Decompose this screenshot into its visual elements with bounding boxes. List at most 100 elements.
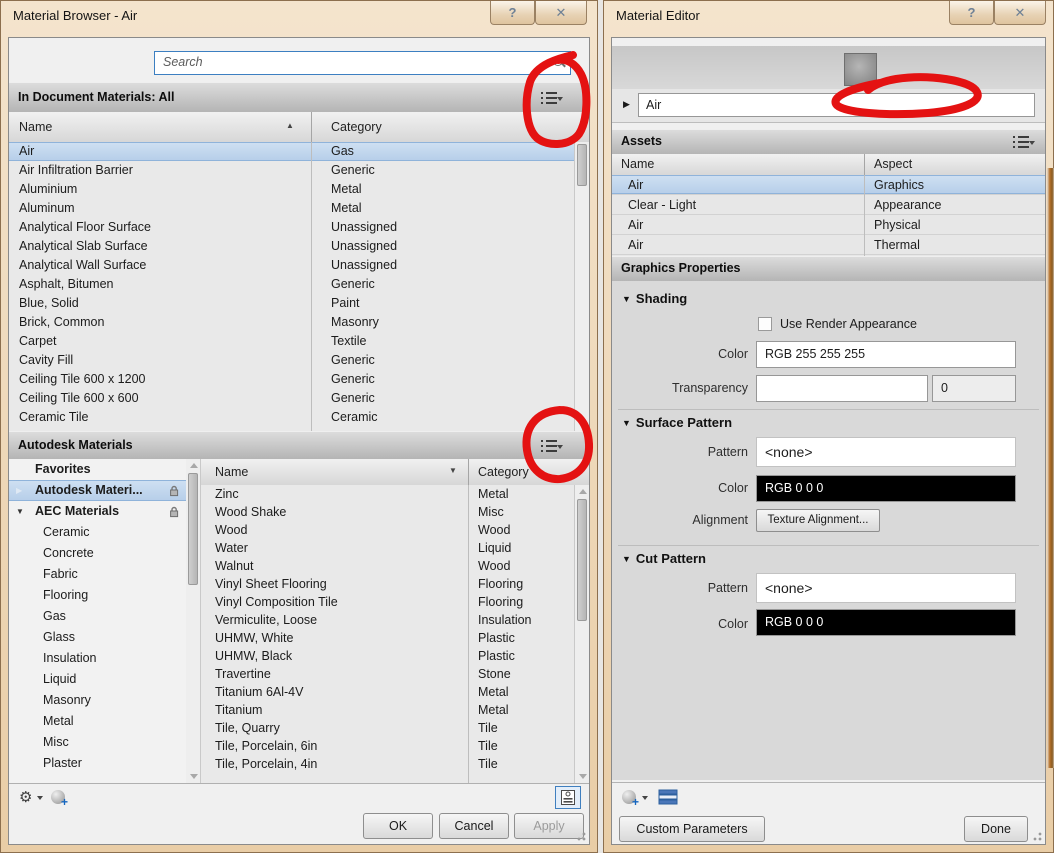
tree-scrollbar[interactable] xyxy=(186,459,201,783)
table-row[interactable]: Air Gas xyxy=(9,142,589,161)
view-options-icon[interactable] xyxy=(539,91,563,105)
assets-col-aspect[interactable]: Aspect xyxy=(874,157,912,171)
custom-parameters-button[interactable]: Custom Parameters xyxy=(619,816,765,842)
asset-row[interactable]: Air Thermal xyxy=(612,235,1045,255)
table-row[interactable]: Ceiling Tile 600 x 1200 Generic xyxy=(9,370,589,389)
surface-pattern-value[interactable]: <none> xyxy=(756,437,1016,467)
material-browser-titlebar[interactable]: Material Browser - Air ? ✕ xyxy=(1,1,597,31)
resize-grip[interactable] xyxy=(576,831,586,841)
tree-item[interactable]: ▶ ▼ Concrete xyxy=(9,543,186,564)
toggle-material-editor-button[interactable] xyxy=(555,786,581,809)
table-row[interactable]: Carpet Textile xyxy=(9,332,589,351)
table-row[interactable]: Titanium 6Al-4V Metal xyxy=(201,683,574,701)
tree-collapsed-icon[interactable]: ▶ xyxy=(16,480,22,501)
table-row[interactable]: Wood Shake Misc xyxy=(201,503,574,521)
view-options-icon[interactable] xyxy=(1011,135,1035,149)
table-row[interactable]: Cavity Fill Generic xyxy=(9,351,589,370)
collapse-icon[interactable]: ▼ xyxy=(622,418,631,428)
tree-item[interactable]: ▶ ▼ Fabric xyxy=(9,564,186,585)
tree-item[interactable]: ▶ ▼ Flooring xyxy=(9,585,186,606)
duplicate-asset-icon[interactable] xyxy=(658,789,678,805)
transparency-value[interactable]: 0 xyxy=(932,375,1016,402)
create-asset-dropdown-icon[interactable] xyxy=(642,796,648,800)
cut-color-swatch[interactable]: RGB 0 0 0 xyxy=(756,609,1016,636)
tree-item[interactable]: ▶ ▼ Favorites xyxy=(9,459,186,480)
tree-item[interactable]: ▶ ▼ Misc xyxy=(9,732,186,753)
tree-item[interactable]: ▶ ▼ Liquid xyxy=(9,669,186,690)
asset-row[interactable]: Clear - Light Appearance xyxy=(612,195,1045,215)
assets-table-header[interactable]: Name Aspect xyxy=(612,154,1045,176)
tree-item[interactable]: ▶ ▼ Plaster xyxy=(9,753,186,774)
search-icon[interactable] xyxy=(552,55,566,69)
texture-alignment-button[interactable]: Texture Alignment... xyxy=(756,509,880,532)
expander-icon[interactable]: ▶ xyxy=(623,99,630,110)
tree-item[interactable]: ▶ ▼ Autodesk Materi... xyxy=(9,480,186,501)
table-row[interactable]: Analytical Wall Surface Unassigned xyxy=(9,256,589,275)
cut-pattern-value[interactable]: <none> xyxy=(756,573,1016,603)
table-row[interactable]: Asphalt, Bitumen Generic xyxy=(9,275,589,294)
table-row[interactable]: Tile, Porcelain, 6in Tile xyxy=(201,737,574,755)
tree-expanded-icon[interactable]: ▼ xyxy=(16,501,24,522)
transparency-slider[interactable] xyxy=(756,375,928,402)
asset-row[interactable]: Air Graphics xyxy=(612,175,1045,195)
surface-color-swatch[interactable]: RGB 0 0 0 xyxy=(756,475,1016,502)
search-input[interactable]: Search xyxy=(154,51,571,75)
tree-item[interactable]: ▶ ▼ Glass xyxy=(9,627,186,648)
table-row[interactable]: Blue, Solid Paint xyxy=(9,294,589,313)
done-button[interactable]: Done xyxy=(964,816,1028,842)
collapse-icon[interactable]: ▼ xyxy=(622,294,631,304)
material-name-input[interactable]: Air xyxy=(638,93,1035,117)
close-button[interactable]: ✕ xyxy=(535,1,587,25)
table-row[interactable]: Aluminum Metal xyxy=(9,199,589,218)
help-button[interactable]: ? xyxy=(949,1,994,25)
tree-item[interactable]: ▶ ▼ Metal xyxy=(9,711,186,732)
table-row[interactable]: Tile, Quarry Tile xyxy=(201,719,574,737)
table-row[interactable]: Titanium Metal xyxy=(201,701,574,719)
cancel-button[interactable]: Cancel xyxy=(439,813,509,839)
asset-row[interactable]: Air Physical xyxy=(612,215,1045,235)
close-button[interactable]: ✕ xyxy=(994,1,1046,25)
doc-col-category[interactable]: Category xyxy=(331,120,382,134)
tree-item[interactable]: ▶ ▼ Insulation xyxy=(9,648,186,669)
doc-col-name[interactable]: Name xyxy=(19,120,52,134)
table-row[interactable]: Vermiculite, Loose Insulation xyxy=(201,611,574,629)
table-row[interactable]: Tile, Porcelain, 4in Tile xyxy=(201,755,574,773)
table-row[interactable]: Zinc Metal xyxy=(201,485,574,503)
collapse-icon[interactable]: ▼ xyxy=(622,554,631,564)
table-row[interactable]: Ceramic Tile Ceramic xyxy=(9,408,589,427)
cut-pattern-section-title[interactable]: ▼ Cut Pattern xyxy=(622,551,706,566)
table-row[interactable]: Analytical Floor Surface Unassigned xyxy=(9,218,589,237)
tree-item[interactable]: ▶ ▼ AEC Materials xyxy=(9,501,186,522)
material-editor-titlebar[interactable]: Material Editor ? ✕ xyxy=(604,1,1053,31)
ok-button[interactable]: OK xyxy=(363,813,433,839)
view-options-icon[interactable] xyxy=(539,439,563,453)
assets-col-name[interactable]: Name xyxy=(621,157,654,171)
table-row[interactable]: UHMW, Black Plastic xyxy=(201,647,574,665)
shading-section-title[interactable]: ▼ Shading xyxy=(622,291,687,306)
table-row[interactable]: Vinyl Composition Tile Flooring xyxy=(201,593,574,611)
gear-icon[interactable]: ⚙ xyxy=(19,788,32,806)
material-preview-thumbnail[interactable] xyxy=(844,53,877,86)
doc-table-header[interactable]: Name ▲ Category xyxy=(9,112,589,143)
table-row[interactable]: Aluminium Metal xyxy=(9,180,589,199)
help-button[interactable]: ? xyxy=(490,1,535,25)
doc-list-scrollbar[interactable] xyxy=(574,142,589,431)
use-render-appearance-checkbox[interactable] xyxy=(758,317,772,331)
apply-button[interactable]: Apply xyxy=(514,813,584,839)
table-row[interactable]: Wood Wood xyxy=(201,521,574,539)
surface-pattern-section-title[interactable]: ▼ Surface Pattern xyxy=(622,415,732,430)
table-row[interactable]: UHMW, White Plastic xyxy=(201,629,574,647)
table-row[interactable]: Air Infiltration Barrier Generic xyxy=(9,161,589,180)
table-row[interactable]: Walnut Wood xyxy=(201,557,574,575)
table-row[interactable]: Analytical Slab Surface Unassigned xyxy=(9,237,589,256)
autodesk-col-name[interactable]: Name xyxy=(215,465,248,479)
table-row[interactable]: Water Liquid xyxy=(201,539,574,557)
tree-item[interactable]: ▶ ▼ Ceramic xyxy=(9,522,186,543)
table-row[interactable]: Brick, Common Masonry xyxy=(9,313,589,332)
resize-grip[interactable] xyxy=(1032,831,1042,841)
tree-item[interactable]: ▶ ▼ Gas xyxy=(9,606,186,627)
gear-dropdown-icon[interactable] xyxy=(37,796,43,800)
autodesk-list-scrollbar[interactable] xyxy=(574,485,589,783)
table-row[interactable]: Ceiling Tile 600 x 600 Generic xyxy=(9,389,589,408)
autodesk-table-header[interactable]: Name ▼ Category xyxy=(201,459,589,486)
